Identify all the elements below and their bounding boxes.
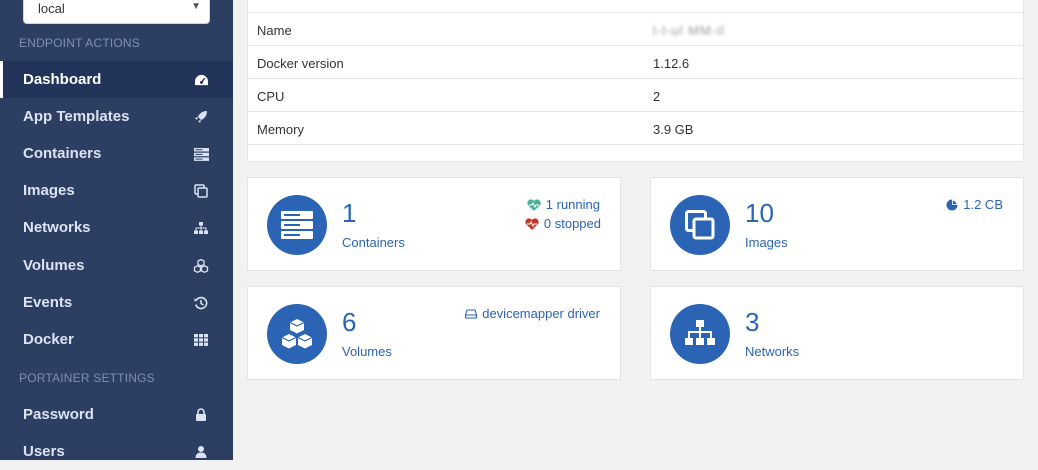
images-label: Images (745, 235, 788, 250)
sitemap-icon (685, 320, 715, 345)
networks-count: 3 (745, 307, 760, 337)
containers-count: 1 (342, 198, 357, 228)
sidebar-item-label: App Templates (23, 108, 130, 125)
sidebar-item-label: Password (23, 406, 94, 423)
volumes-widget[interactable]: 6 Volumes devicemapper driver (247, 286, 621, 380)
dashboard-icon (193, 72, 209, 88)
sidebar: local ▼ ENDPOINT ACTIONS Dashboard App T… (0, 0, 233, 460)
info-key: Docker version (257, 56, 344, 71)
clone-icon (193, 183, 209, 199)
server-icon (193, 146, 209, 162)
sidebar-item-label: Networks (23, 219, 91, 236)
containers-stopped-text: 0 stopped (543, 216, 601, 231)
lock-icon (193, 407, 209, 423)
endpoint-select-value: local (38, 1, 65, 16)
volumes-driver-text: devicemapper driver (482, 306, 600, 321)
containers-running-text: 1 running (545, 197, 600, 212)
sidebar-item-label: Images (23, 182, 75, 199)
containers-running: 1 running (527, 197, 600, 212)
sidebar-item-events[interactable]: Events (0, 284, 233, 321)
info-row-docker-version: Docker version 1.12.6 (248, 45, 1024, 78)
info-key: Name (257, 23, 292, 38)
sidebar-item-label: Dashboard (23, 71, 102, 88)
sidebar-item-images[interactable]: Images (0, 172, 233, 209)
sidebar-item-containers[interactable]: Containers (0, 135, 233, 172)
rocket-icon (193, 109, 209, 125)
th-icon (193, 332, 209, 348)
images-widget-icon-circle (670, 195, 730, 255)
images-size: 1.2 CB (946, 197, 1003, 212)
sidebar-item-app-templates[interactable]: App Templates (0, 98, 233, 135)
info-key: Memory (257, 122, 304, 137)
volumes-count: 6 (342, 307, 357, 337)
info-key: CPU (257, 89, 285, 104)
sidebar-item-label: Docker (23, 331, 74, 348)
chevron-down-icon: ▼ (191, 1, 201, 12)
sidebar-item-label: Volumes (23, 257, 85, 274)
endpoint-select[interactable]: local ▼ (23, 0, 210, 24)
info-divider (248, 144, 1024, 145)
sidebar-item-label: Events (23, 294, 73, 311)
info-row-cpu: CPU 2 (248, 78, 1024, 111)
containers-widget-icon-circle (267, 195, 327, 255)
section-title-portainer-settings: PORTAINER SETTINGS (19, 371, 155, 385)
images-size-text: 1.2 CB (963, 197, 1003, 212)
info-row-name: Name l-l-ul MM-il (248, 12, 1024, 45)
clone-icon (685, 210, 715, 240)
networks-widget-icon-circle (670, 304, 730, 364)
info-value: 3.9 GB (653, 122, 694, 137)
images-widget[interactable]: 10 Images 1.2 CB (650, 177, 1024, 271)
sidebar-item-label: Containers (23, 145, 102, 162)
server-icon (281, 211, 313, 239)
containers-widget[interactable]: 1 Containers 1 running 0 stopped (247, 177, 621, 271)
networks-widget[interactable]: 3 Networks (650, 286, 1024, 380)
volumes-label: Volumes (342, 344, 392, 359)
endpoint-info-panel: Name l-l-ul MM-il Docker version 1.12.6 … (247, 0, 1024, 162)
sitemap-icon (193, 220, 209, 236)
cubes-icon (281, 319, 313, 349)
sidebar-item-label: Users (23, 443, 65, 460)
sidebar-item-password[interactable]: Password (0, 396, 233, 433)
pie-chart-icon (946, 199, 958, 210)
networks-label: Networks (745, 344, 800, 359)
section-title-endpoint-actions: ENDPOINT ACTIONS (19, 36, 140, 50)
sidebar-item-networks[interactable]: Networks (0, 209, 233, 246)
containers-label: Containers (342, 235, 405, 250)
info-row-memory: Memory 3.9 GB (248, 111, 1024, 144)
sidebar-item-users[interactable]: Users (0, 433, 233, 470)
containers-stopped: 0 stopped (525, 216, 601, 231)
info-value-name: l-l-ul MM-il (653, 23, 725, 38)
heartbeat-icon (527, 198, 541, 211)
cubes-icon (193, 258, 209, 274)
hdd-icon (465, 308, 478, 319)
sidebar-item-volumes[interactable]: Volumes (0, 247, 233, 284)
sidebar-item-docker[interactable]: Docker (0, 321, 233, 358)
volumes-driver: devicemapper driver (465, 306, 600, 321)
history-icon (193, 295, 209, 311)
info-value: 1.12.6 (653, 56, 690, 71)
images-count: 10 (745, 198, 774, 228)
info-value: 2 (653, 89, 661, 104)
volumes-widget-icon-circle (267, 304, 327, 364)
heartbeat-icon (525, 217, 539, 230)
user-icon (193, 444, 209, 460)
sidebar-item-dashboard[interactable]: Dashboard (0, 61, 233, 98)
